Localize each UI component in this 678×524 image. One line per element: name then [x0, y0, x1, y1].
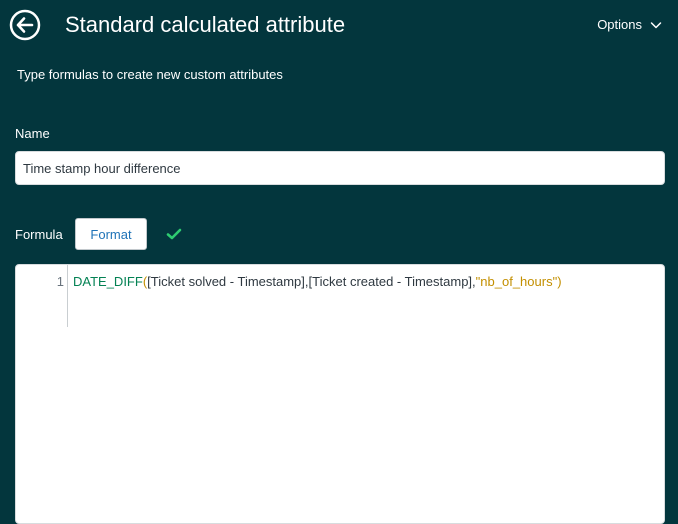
code-function-token: DATE_DIFF — [73, 274, 143, 289]
header: Standard calculated attribute Options — [0, 0, 678, 52]
code-string-unit: "nb_of_hours" — [475, 274, 558, 289]
code-arg-solved-timestamp: [Ticket solved - Timestamp] — [147, 274, 305, 289]
chevron-down-icon — [650, 22, 662, 29]
page-subtitle: Type formulas to create new custom attri… — [17, 67, 283, 82]
formula-editor[interactable]: 1 DATE_DIFF([Ticket solved - Timestamp],… — [15, 264, 665, 524]
code-arg-created-timestamp: [Ticket created - Timestamp] — [308, 274, 473, 289]
code-line[interactable]: DATE_DIFF([Ticket solved - Timestamp],[T… — [73, 273, 562, 290]
back-arrow-icon[interactable] — [9, 9, 41, 41]
line-number: 1 — [56, 274, 64, 289]
options-menu[interactable]: Options — [597, 15, 662, 35]
name-label: Name — [15, 126, 50, 141]
formula-label: Formula — [15, 227, 63, 242]
options-label: Options — [597, 17, 642, 32]
format-button[interactable]: Format — [75, 218, 147, 250]
check-icon — [166, 228, 182, 240]
gutter-divider — [67, 265, 68, 327]
name-input[interactable] — [15, 151, 665, 185]
page-title: Standard calculated attribute — [65, 12, 346, 37]
code-close-paren: ) — [557, 274, 562, 289]
